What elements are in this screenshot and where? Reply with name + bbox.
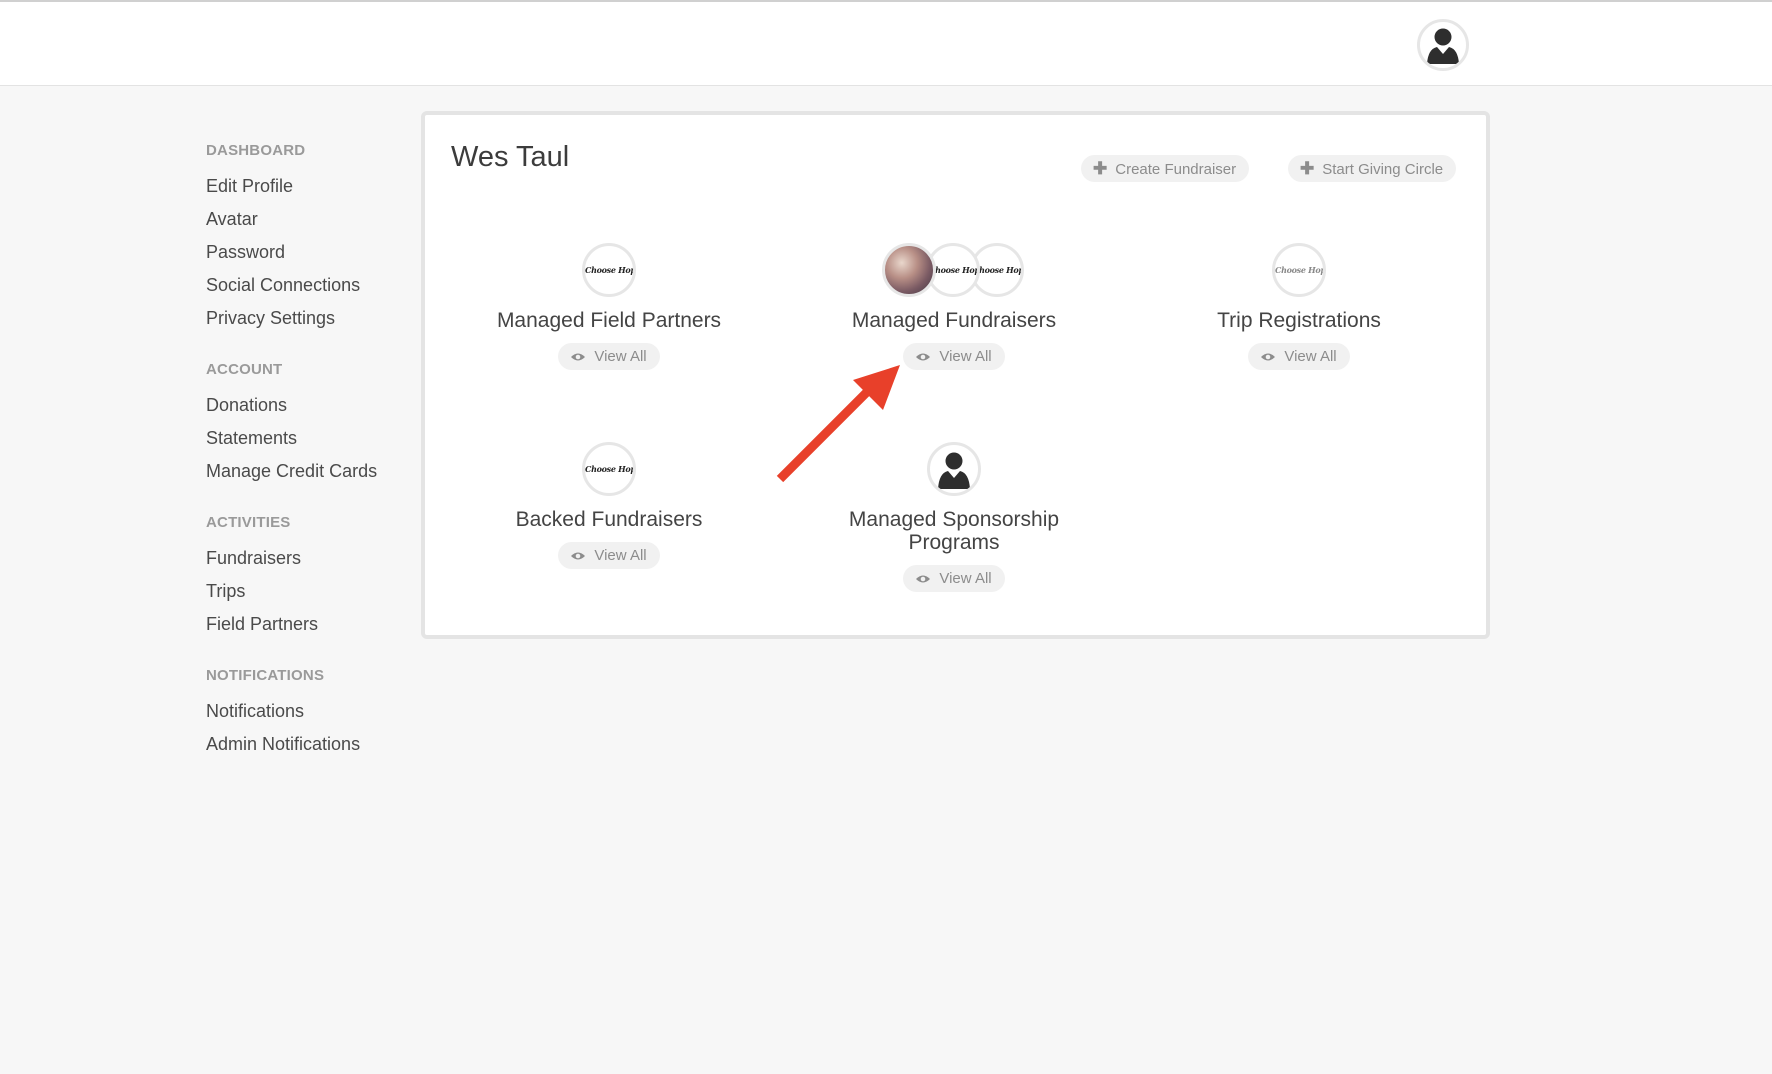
tile-label: Managed Fundraisers xyxy=(851,309,1057,332)
top-bar xyxy=(0,0,1772,86)
choose-hope-logo: Choose Hope xyxy=(582,442,636,496)
sidebar-item-edit-profile[interactable]: Edit Profile xyxy=(206,170,426,203)
sidebar-item-privacy-settings[interactable]: Privacy Settings xyxy=(206,302,426,335)
sidebar-item-donations[interactable]: Donations xyxy=(206,389,426,422)
sidebar-item-trips[interactable]: Trips xyxy=(206,575,426,608)
tile-managed-fundraisers: Choose Hope Choose Hope Managed Fundrais… xyxy=(804,243,1104,370)
tile-label: Backed Fundraisers xyxy=(515,508,703,531)
sidebar-item-manage-credit-cards[interactable]: Manage Credit Cards xyxy=(206,455,426,488)
create-fundraiser-button[interactable]: ✚ Create Fundraiser xyxy=(1081,155,1250,182)
sidebar-item-social-connections[interactable]: Social Connections xyxy=(206,269,426,302)
sidebar-item-statements[interactable]: Statements xyxy=(206,422,426,455)
page-title: Wes Taul xyxy=(451,141,570,173)
user-avatar-button[interactable] xyxy=(1417,19,1469,71)
sidebar-group-activities: ACTIVITIES Fundraisers Trips Field Partn… xyxy=(206,512,426,641)
user-silhouette-icon xyxy=(1427,28,1459,64)
tile-backed-fundraisers: Choose Hope Backed Fundraisers View All xyxy=(459,442,759,569)
sidebar-item-notifications[interactable]: Notifications xyxy=(206,695,426,728)
view-all-field-partners-button[interactable]: View All xyxy=(558,343,660,370)
start-giving-circle-label: Start Giving Circle xyxy=(1322,161,1444,178)
view-all-backed-fundraisers-button[interactable]: View All xyxy=(558,542,660,569)
plus-icon: ✚ xyxy=(1093,159,1108,178)
sidebar-group-account: ACCOUNT Donations Statements Manage Cred… xyxy=(206,359,426,488)
start-giving-circle-button[interactable]: ✚ Start Giving Circle xyxy=(1288,155,1457,182)
sidebar-item-avatar[interactable]: Avatar xyxy=(206,203,426,236)
tile-trip-registrations: Choose Hope Trip Registrations View All xyxy=(1149,243,1449,370)
sidebar-heading-notifications: NOTIFICATIONS xyxy=(206,667,325,684)
sidebar-group-notifications: NOTIFICATIONS Notifications Admin Notifi… xyxy=(206,665,426,761)
create-fundraiser-label: Create Fundraiser xyxy=(1115,161,1237,178)
eye-icon xyxy=(1261,353,1276,361)
sidebar-item-password[interactable]: Password xyxy=(206,236,426,269)
eye-icon xyxy=(916,575,931,583)
sidebar-heading-dashboard: DASHBOARD xyxy=(206,142,306,159)
dashboard-card: Wes Taul ✚ Create Fundraiser ✚ Start Givin… xyxy=(421,111,1490,639)
eye-icon xyxy=(916,353,931,361)
view-all-managed-fundraisers-button[interactable]: View All xyxy=(903,343,1005,370)
sidebar-item-admin-notifications[interactable]: Admin Notifications xyxy=(206,728,426,761)
user-silhouette-icon xyxy=(938,452,970,489)
user-silhouette-icon xyxy=(927,442,981,496)
view-all-trip-registrations-button[interactable]: View All xyxy=(1248,343,1350,370)
sidebar-group-dashboard: DASHBOARD Edit Profile Avatar Password S… xyxy=(206,140,426,335)
choose-hope-logo: Choose Hope xyxy=(582,243,636,297)
sidebar-item-fundraisers[interactable]: Fundraisers xyxy=(206,542,426,575)
sidebar-heading-activities: ACTIVITIES xyxy=(206,514,291,531)
view-all-sponsorship-programs-button[interactable]: View All xyxy=(903,565,1005,592)
fundraiser-photo-thumbnail xyxy=(882,243,936,297)
eye-icon xyxy=(571,552,586,560)
sidebar-nav: DASHBOARD Edit Profile Avatar Password S… xyxy=(206,140,426,785)
tile-label: Managed Field Partners xyxy=(496,309,722,332)
eye-icon xyxy=(571,353,586,361)
tile-managed-sponsorship-programs: Managed Sponsorship Programs View All xyxy=(804,442,1104,592)
tile-label: Managed Sponsorship Programs xyxy=(848,508,1060,554)
plus-icon: ✚ xyxy=(1300,159,1315,178)
sidebar-heading-account: ACCOUNT xyxy=(206,361,283,378)
sidebar-item-field-partners[interactable]: Field Partners xyxy=(206,608,426,641)
choose-hope-logo: Choose Hope xyxy=(1272,243,1326,297)
tile-label: Trip Registrations xyxy=(1217,309,1381,332)
tile-managed-field-partners: Choose Hope Managed Field Partners View … xyxy=(459,243,759,370)
